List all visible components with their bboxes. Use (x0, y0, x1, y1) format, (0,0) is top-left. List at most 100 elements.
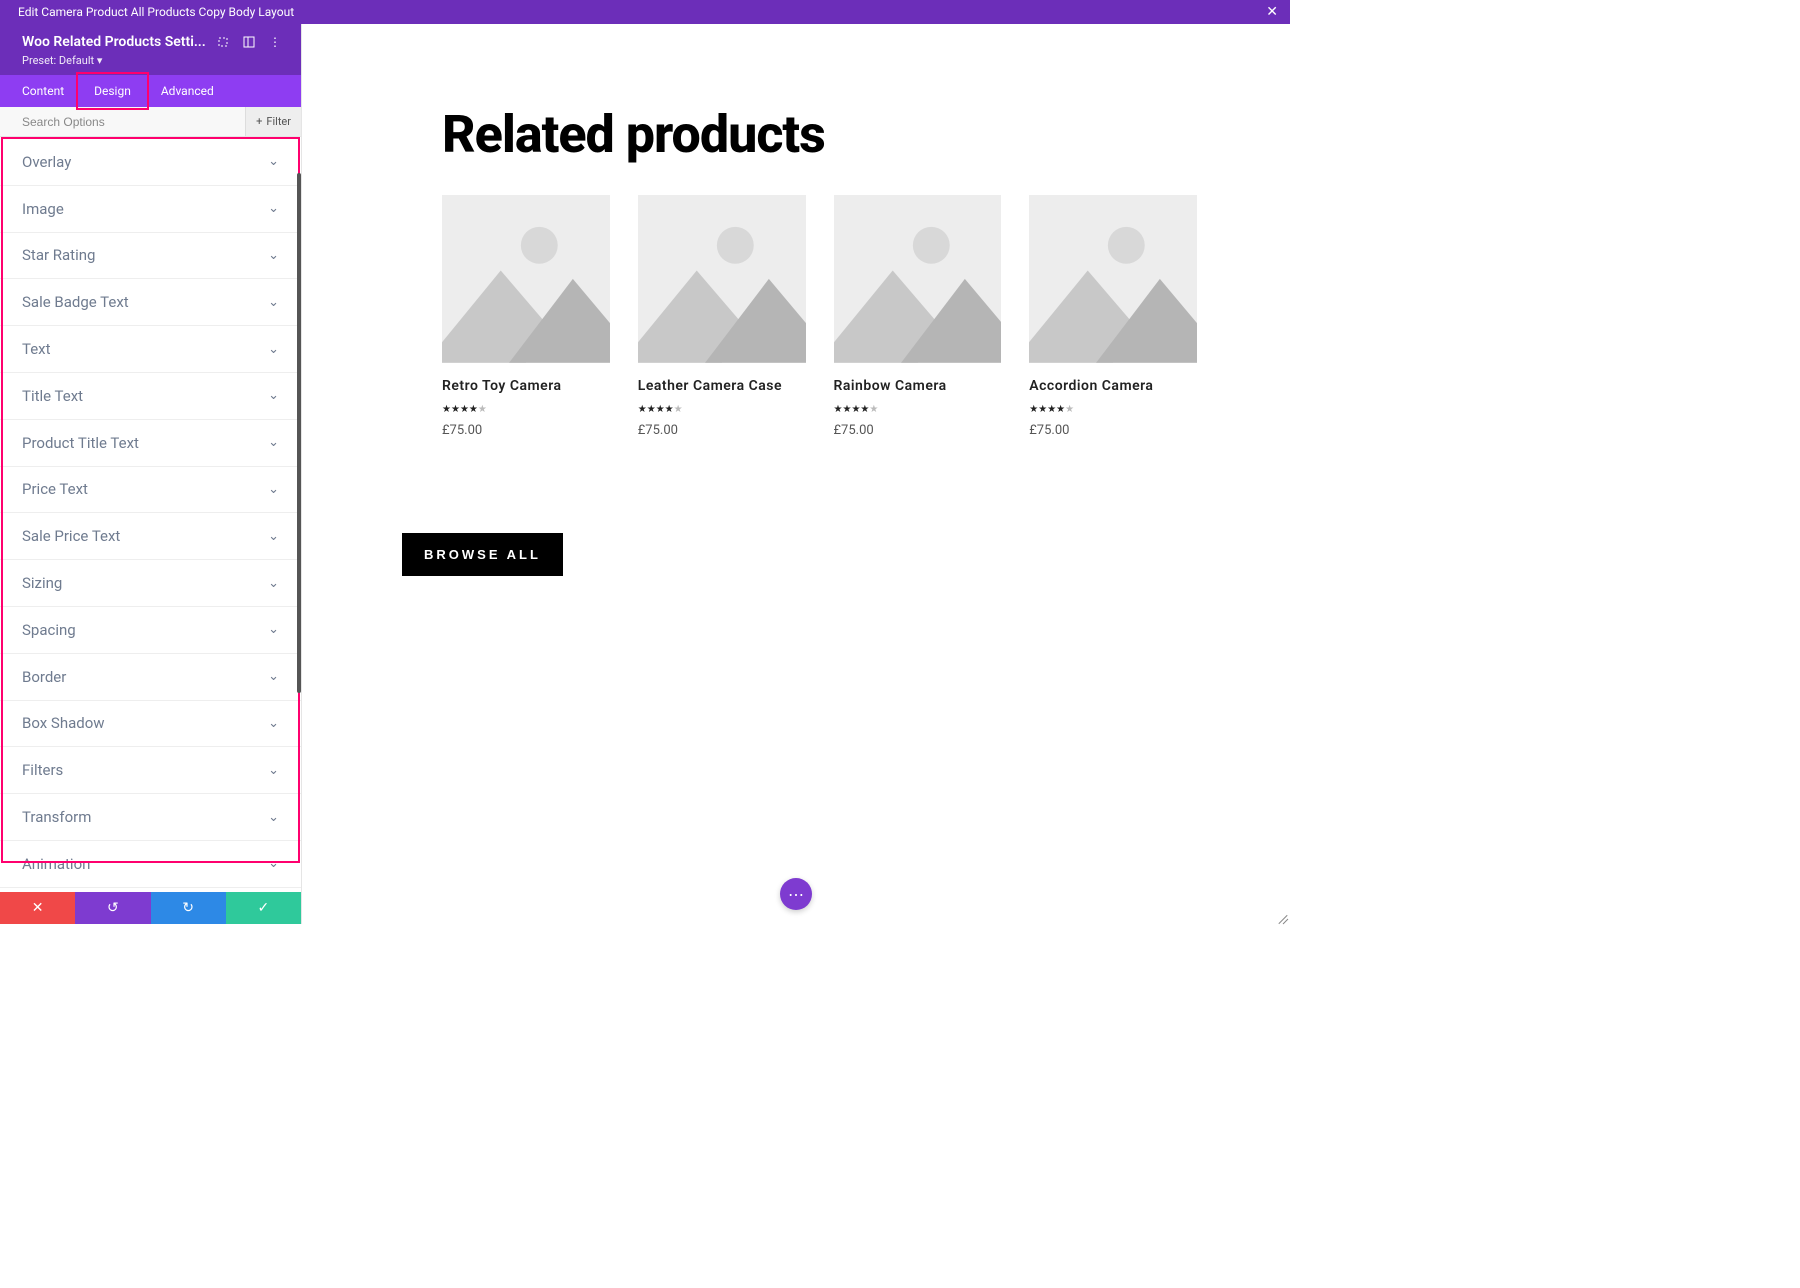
option-row[interactable]: Transform⌄ (0, 794, 301, 841)
star-icon: ★ (1065, 404, 1074, 415)
option-row[interactable]: Sale Price Text ⌄ (0, 513, 301, 560)
star-icon: ★ (656, 404, 665, 415)
star-icon: ★ (1038, 404, 1047, 415)
option-label: Title Text (22, 387, 83, 405)
tab-content[interactable]: Content (22, 75, 64, 107)
option-row[interactable]: Sizing⌄ (0, 560, 301, 607)
chevron-down-icon: ⌄ (268, 529, 279, 544)
star-icon: ★ (451, 404, 460, 415)
tab-design[interactable]: Design (94, 75, 131, 107)
chevron-down-icon: ⌄ (268, 342, 279, 357)
star-icon: ★ (469, 404, 478, 415)
option-label: Animation (22, 855, 90, 873)
preset-selector[interactable]: Preset: Default ▾ (22, 54, 285, 67)
option-label: Overlay (22, 153, 71, 171)
panel-header: Woo Related Products Setti... ⋮ Preset: … (0, 24, 301, 75)
star-icon: ★ (665, 404, 674, 415)
search-input[interactable] (0, 107, 245, 136)
option-label: Sale Badge Text (22, 293, 129, 311)
product-name: Rainbow Camera (834, 378, 1002, 394)
fab-button[interactable]: ⋯ (780, 878, 812, 910)
sidebar: Woo Related Products Setti... ⋮ Preset: … (0, 24, 302, 924)
option-row[interactable]: Title Text⌄ (0, 373, 301, 420)
option-row[interactable]: Border ⌄ (0, 654, 301, 701)
chevron-down-icon: ⌄ (268, 669, 279, 684)
chevron-down-icon: ⌄ (268, 763, 279, 778)
tab-advanced[interactable]: Advanced (161, 75, 214, 107)
star-icon: ★ (842, 404, 851, 415)
product-image-placeholder (442, 195, 610, 363)
option-row[interactable]: Animation⌄ (0, 841, 301, 888)
product-card[interactable]: Leather Camera Case★★★★★£75.00 (638, 195, 806, 438)
star-icon: ★ (674, 404, 683, 415)
star-icon: ★ (1029, 404, 1038, 415)
star-icon: ★ (1047, 404, 1056, 415)
option-row[interactable]: Image⌄ (0, 186, 301, 233)
chevron-down-icon: ⌄ (268, 716, 279, 731)
product-name: Accordion Camera (1029, 378, 1197, 394)
product-card[interactable]: Rainbow Camera★★★★★£75.00 (834, 195, 1002, 438)
more-icon[interactable]: ⋮ (269, 35, 281, 49)
star-icon: ★ (442, 404, 451, 415)
undo-button[interactable]: ↺ (75, 892, 150, 924)
option-row[interactable]: Overlay ⌄ (0, 139, 301, 186)
chevron-down-icon: ⌄ (268, 295, 279, 310)
top-bar-title: Edit Camera Product All Products Copy Bo… (18, 5, 294, 19)
product-card[interactable]: Accordion Camera★★★★★£75.00 (1029, 195, 1197, 438)
option-label: Star Rating (22, 246, 95, 264)
star-icon: ★ (1056, 404, 1065, 415)
star-icon: ★ (834, 404, 843, 415)
save-button[interactable]: ✓ (226, 892, 301, 924)
star-rating: ★★★★★ (1029, 404, 1197, 415)
option-row[interactable]: Star Rating ⌄ (0, 233, 301, 280)
products-grid: Retro Toy Camera★★★★★£75.00 Leather Came… (442, 195, 1197, 438)
product-image-placeholder (834, 195, 1002, 363)
option-label: Text (22, 340, 51, 358)
product-price: £75.00 (638, 423, 806, 438)
option-label: Sale Price Text (22, 527, 120, 545)
chevron-down-icon: ⌄ (268, 154, 279, 169)
option-row[interactable]: Box Shadow⌄ (0, 701, 301, 748)
option-row[interactable]: Spacing⌄ (0, 607, 301, 654)
option-label: Transform (22, 808, 91, 826)
panel-layout-icon[interactable] (243, 36, 255, 48)
option-row[interactable]: Price Text⌄ (0, 467, 301, 514)
product-price: £75.00 (834, 423, 1002, 438)
star-icon: ★ (860, 404, 869, 415)
star-rating: ★★★★★ (638, 404, 806, 415)
options-panel: Overlay⌄Image⌄Star Rating⌄Sale Badge Tex… (0, 137, 301, 892)
plus-icon: + (256, 115, 262, 128)
product-image-placeholder (1029, 195, 1197, 363)
browse-all-button[interactable]: BROWSE ALL (402, 533, 563, 576)
option-label: Border (22, 668, 66, 686)
cancel-button[interactable]: ✕ (0, 892, 75, 924)
product-price: £75.00 (1029, 423, 1197, 438)
option-row[interactable]: Text ⌄ (0, 326, 301, 373)
option-label: Price Text (22, 480, 88, 498)
expand-icon[interactable] (217, 36, 229, 48)
star-rating: ★★★★★ (834, 404, 1002, 415)
redo-button[interactable]: ↻ (151, 892, 226, 924)
chevron-down-icon: ⌄ (268, 248, 279, 263)
options-list[interactable]: Overlay⌄Image⌄Star Rating⌄Sale Badge Tex… (0, 137, 301, 892)
filter-button[interactable]: + Filter (245, 107, 301, 136)
star-icon: ★ (851, 404, 860, 415)
tabs: Content Design Advanced (0, 75, 301, 107)
product-card[interactable]: Retro Toy Camera★★★★★£75.00 (442, 195, 610, 438)
option-row[interactable]: Filters⌄ (0, 747, 301, 794)
option-label: Sizing (22, 574, 62, 592)
option-label: Spacing (22, 621, 76, 639)
product-image-placeholder (638, 195, 806, 363)
close-icon[interactable]: ✕ (1262, 4, 1282, 20)
option-row[interactable]: Sale Badge Text ⌄ (0, 279, 301, 326)
resize-handle-icon[interactable] (1274, 908, 1290, 924)
related-products-heading: Related products (442, 104, 1197, 165)
star-icon: ★ (869, 404, 878, 415)
search-row: + Filter (0, 107, 301, 137)
filter-label: Filter (266, 115, 291, 128)
option-row[interactable]: Product Title Text⌄ (0, 420, 301, 467)
chevron-down-icon: ⌄ (268, 201, 279, 216)
star-rating: ★★★★★ (442, 404, 610, 415)
canvas: Related products Retro Toy Camera★★★★★£7… (302, 24, 1290, 924)
action-bar: ✕ ↺ ↻ ✓ (0, 892, 301, 924)
